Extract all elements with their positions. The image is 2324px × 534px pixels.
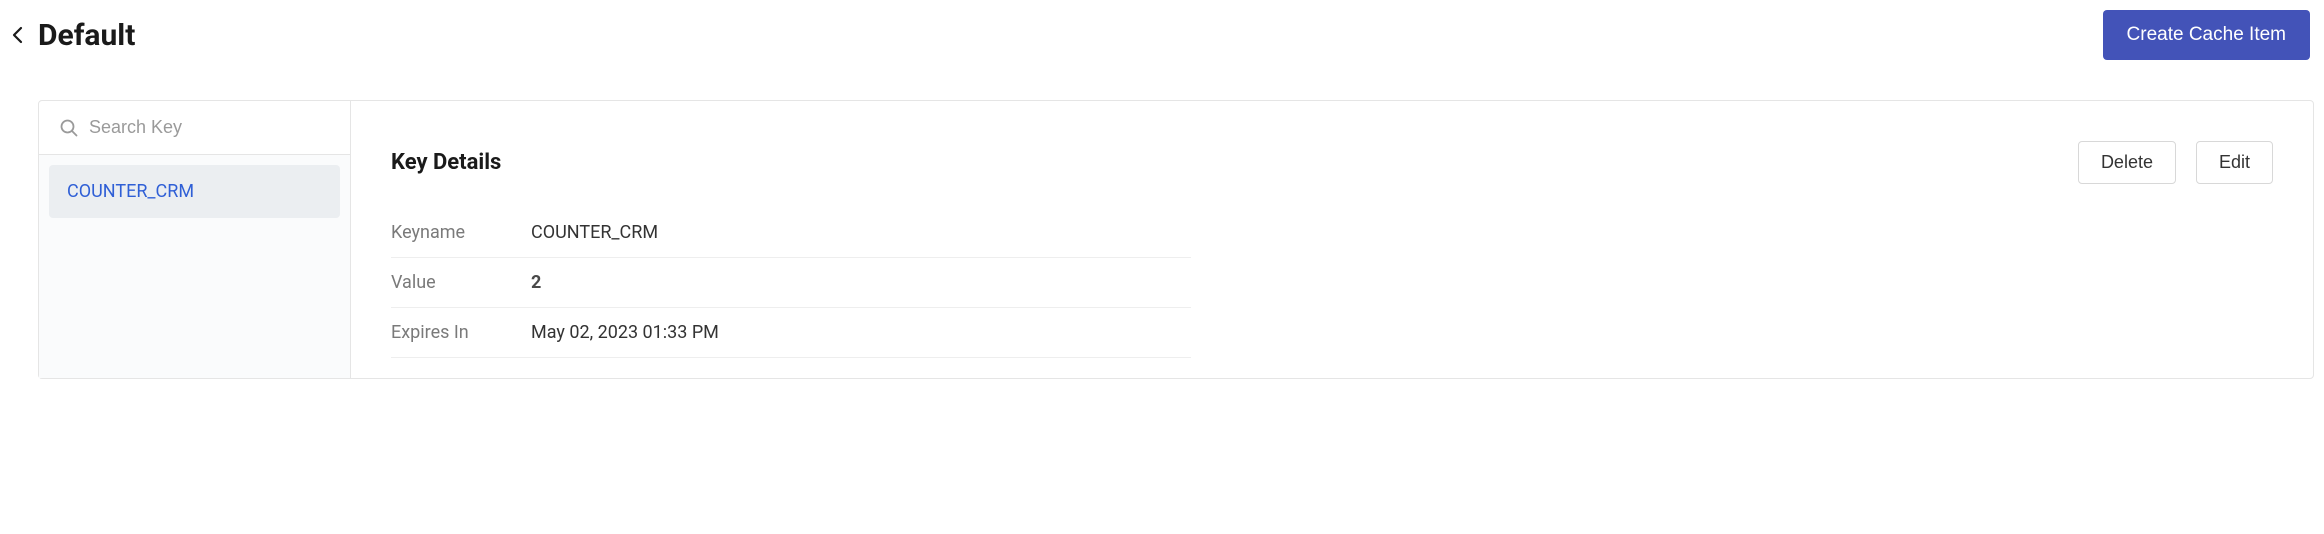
action-buttons: Delete Edit xyxy=(2078,141,2273,184)
detail-row-keyname: Keyname COUNTER_CRM xyxy=(391,208,1191,258)
edit-button[interactable]: Edit xyxy=(2196,141,2273,184)
detail-value: 2 xyxy=(531,272,541,293)
search-icon xyxy=(59,118,79,138)
search-box xyxy=(39,101,350,155)
detail-label: Expires In xyxy=(391,322,531,343)
details-panel: Key Details Delete Edit Keyname COUNTER_… xyxy=(351,101,2313,378)
detail-value: COUNTER_CRM xyxy=(531,222,658,243)
details-title: Key Details xyxy=(391,150,501,175)
detail-row-value: Value 2 xyxy=(391,258,1191,308)
header-left: Default xyxy=(10,18,135,53)
page-title: Default xyxy=(38,18,135,53)
search-input[interactable] xyxy=(89,117,330,138)
page-header: Default Create Cache Item xyxy=(10,10,2314,60)
back-button[interactable] xyxy=(10,24,26,46)
create-cache-item-button[interactable]: Create Cache Item xyxy=(2103,10,2310,60)
key-list: COUNTER_CRM xyxy=(39,155,350,378)
detail-label: Value xyxy=(391,272,531,293)
detail-label: Keyname xyxy=(391,222,531,243)
detail-row-expires: Expires In May 02, 2023 01:33 PM xyxy=(391,308,1191,358)
details-header: Key Details Delete Edit xyxy=(391,141,2273,184)
detail-value: May 02, 2023 01:33 PM xyxy=(531,322,719,343)
content-panel: COUNTER_CRM Key Details Delete Edit Keyn… xyxy=(38,100,2314,379)
chevron-left-icon xyxy=(10,24,26,46)
sidebar: COUNTER_CRM xyxy=(39,101,351,378)
delete-button[interactable]: Delete xyxy=(2078,141,2176,184)
key-item-counter-crm[interactable]: COUNTER_CRM xyxy=(49,165,340,218)
